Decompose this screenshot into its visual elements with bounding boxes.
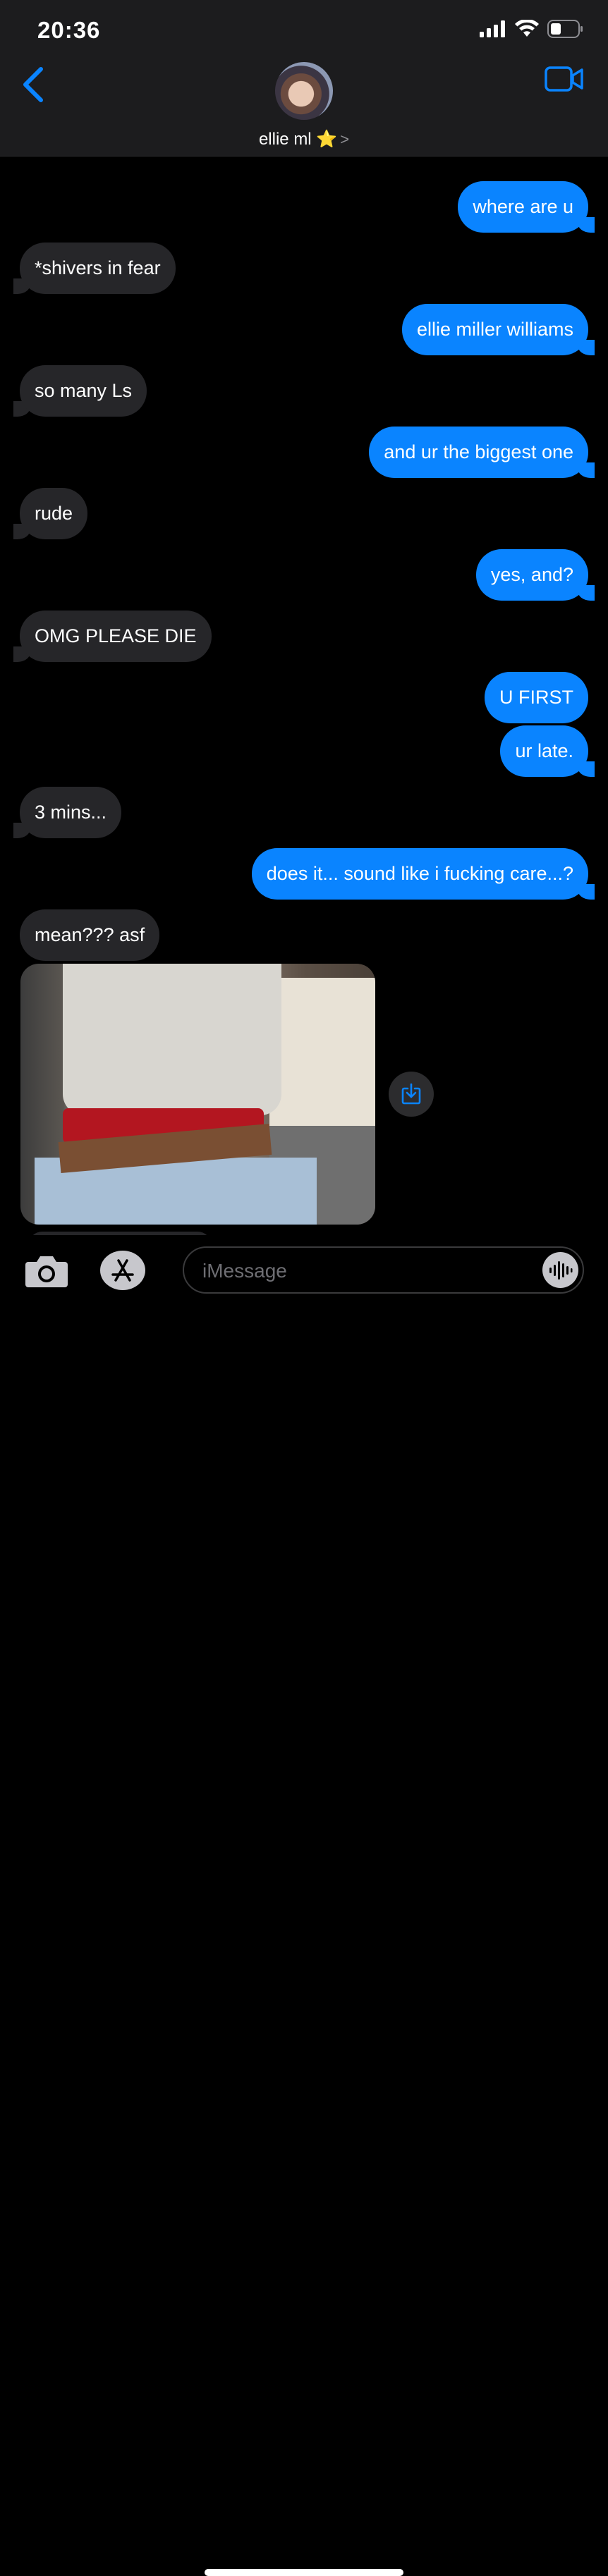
camera-button[interactable]	[24, 1253, 69, 1289]
status-icons	[480, 20, 584, 38]
save-photo-button[interactable]	[389, 1072, 434, 1117]
message-bubble-received[interactable]: *shivers in fear	[13, 243, 176, 294]
message-bubble-sent[interactable]: U FIRST	[485, 672, 588, 723]
battery-icon	[547, 20, 583, 38]
signal-icon	[480, 20, 505, 37]
video-camera-icon	[545, 66, 583, 92]
message-bubble-sent[interactable]: and ur the biggest one	[369, 427, 595, 478]
save-download-icon	[401, 1083, 421, 1105]
contact-name[interactable]: ellie ml ⭐️ >	[0, 129, 608, 149]
conversation-header: 20:36 ellie ml ⭐️ >	[0, 0, 608, 157]
message-bubble-sent[interactable]: yes, and?	[475, 549, 595, 601]
message-bubble-received[interactable]: OMG PLEASE DIE	[13, 611, 212, 662]
message-bubble-sent[interactable]: where are u	[458, 181, 595, 233]
home-indicator[interactable]	[205, 2569, 403, 2576]
message-bubble-sent[interactable]: ur late.	[500, 725, 595, 777]
message-bubble-received[interactable]: 3 mins...	[13, 787, 122, 838]
camera-icon	[25, 1256, 68, 1287]
message-bubble-received[interactable]: rude	[13, 488, 88, 539]
wifi-icon	[515, 20, 539, 37]
message-input[interactable]	[201, 1248, 535, 1294]
message-bubble-sent[interactable]: ellie miller williams	[401, 304, 595, 355]
facetime-video-button[interactable]	[545, 65, 584, 93]
photo-attachment[interactable]	[20, 964, 375, 1225]
audio-message-button[interactable]	[542, 1252, 578, 1288]
status-time: 20:36	[37, 17, 101, 43]
chevron-right-icon: >	[340, 130, 350, 148]
app-store-button[interactable]	[100, 1251, 145, 1290]
photo-building	[269, 978, 375, 1133]
message-bubble-received[interactable]: so many Ls	[13, 365, 147, 417]
app-store-icon	[111, 1259, 134, 1282]
photo-shirt	[63, 964, 281, 1115]
chevron-left-icon	[23, 67, 43, 102]
message-bubble-received[interactable]: mean??? asf	[20, 909, 160, 961]
contact-name-label: ellie ml ⭐️	[258, 130, 338, 149]
message-bubble-sent[interactable]: does it... sound like i fucking care...?	[251, 848, 595, 900]
contact-avatar[interactable]	[275, 62, 333, 120]
message-input-field[interactable]	[183, 1246, 584, 1294]
back-button[interactable]	[20, 65, 48, 104]
waveform-icon	[549, 1261, 572, 1280]
